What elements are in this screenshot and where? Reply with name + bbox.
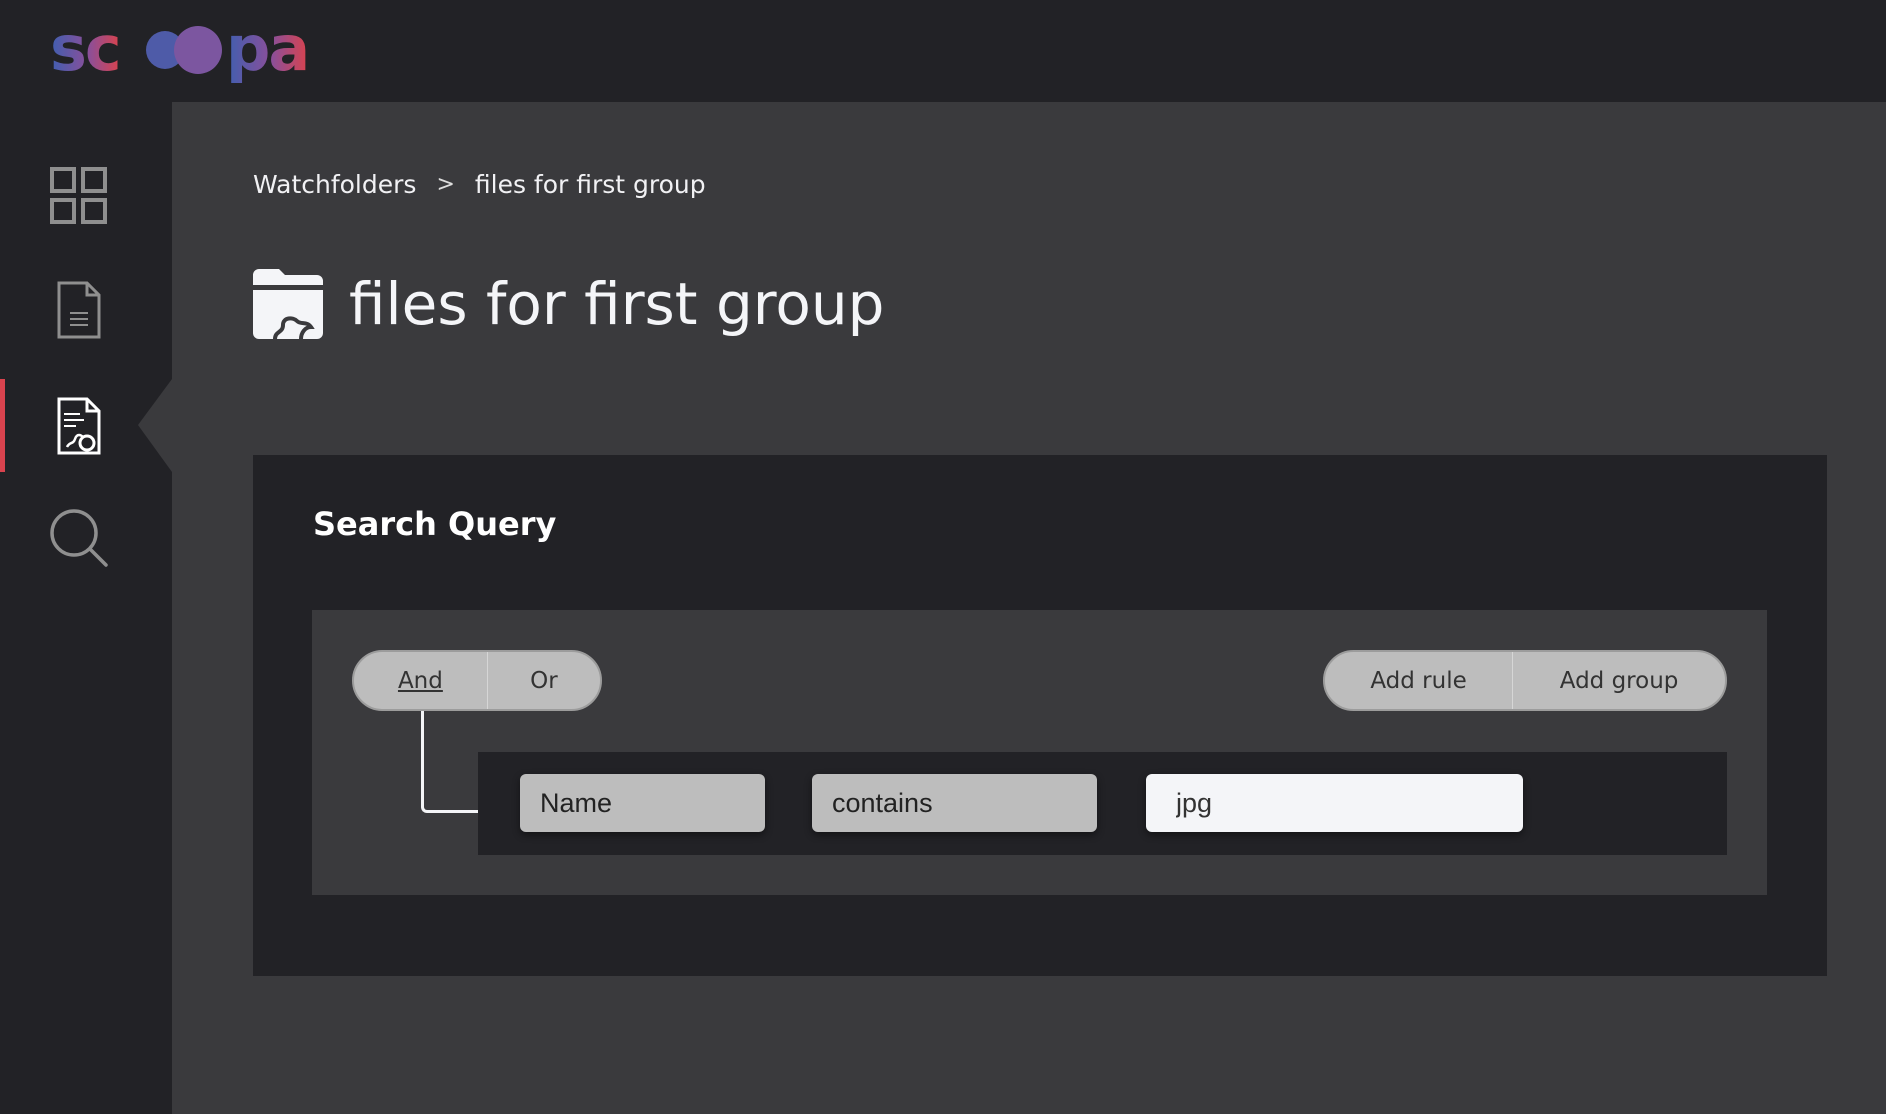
rule-connector-line [421, 711, 479, 813]
active-indicator-notch [138, 379, 172, 472]
breadcrumb-watchfolders-link[interactable]: Watchfolders [253, 170, 416, 199]
svg-text:pa: pa [226, 12, 308, 85]
document-icon [57, 281, 101, 338]
svg-text:sc: sc [50, 12, 120, 85]
query-rule-row: Name contains [478, 752, 1727, 855]
folder-gear-icon [253, 269, 323, 339]
add-rule-button[interactable]: Add rule [1325, 652, 1512, 709]
document-gear-icon [57, 397, 101, 454]
page-header: files for first group [253, 268, 884, 340]
top-header: sc pa [0, 0, 1886, 102]
breadcrumb-current: files for first group [474, 170, 706, 199]
group-actions: Add rule Add group [1323, 650, 1727, 711]
sidebar-item-documents[interactable] [0, 263, 172, 356]
scoopa-logo[interactable]: sc pa [50, 10, 340, 90]
operator-select[interactable]: contains [812, 774, 1097, 832]
dashboard-grid-icon [50, 166, 107, 224]
search-query-card: Search Query And Or Add rule Add group N… [253, 455, 1827, 976]
field-select[interactable]: Name [520, 774, 765, 832]
add-group-button[interactable]: Add group [1512, 652, 1725, 709]
value-input[interactable] [1146, 774, 1523, 832]
search-query-heading: Search Query [313, 505, 557, 543]
sidebar-item-dashboard[interactable] [0, 149, 172, 242]
breadcrumb: Watchfolders > files for first group [253, 170, 706, 199]
combinator-toggle: And Or [352, 650, 602, 711]
and-button[interactable]: And [354, 652, 487, 709]
query-group: And Or Add rule Add group Name contains [312, 610, 1767, 895]
sidebar-item-search[interactable] [0, 491, 172, 584]
breadcrumb-separator: > [436, 172, 455, 197]
or-button[interactable]: Or [486, 652, 600, 709]
page-title: files for first group [349, 270, 885, 338]
sidebar [0, 102, 172, 1114]
search-icon [50, 508, 108, 567]
